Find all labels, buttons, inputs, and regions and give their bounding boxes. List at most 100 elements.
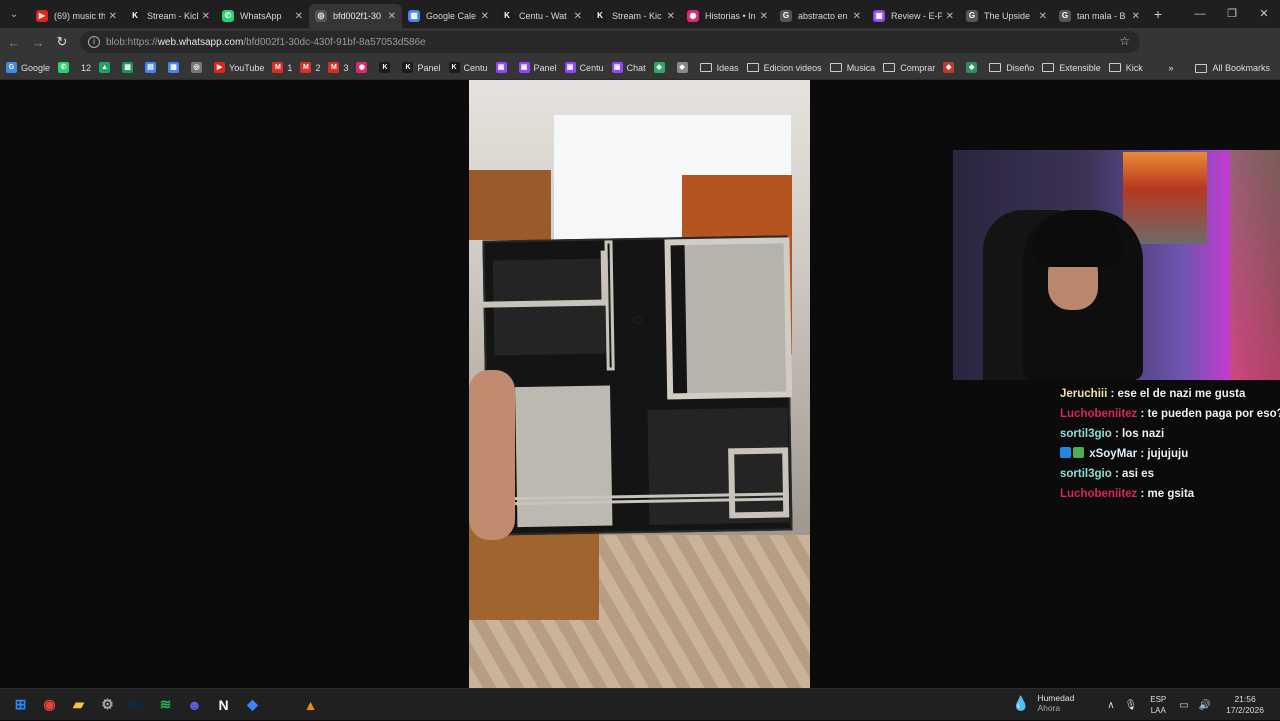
bookmark-folder[interactable]: Kick bbox=[1108, 63, 1143, 73]
tab-item[interactable]: ▣ Review - E-P ✕ bbox=[867, 4, 960, 28]
bookmark-item[interactable]: 12 bbox=[81, 63, 91, 73]
tab-item[interactable]: ◎ bfd002f1-30 ✕ bbox=[309, 4, 402, 28]
tab-close-icon[interactable]: ✕ bbox=[1132, 11, 1140, 22]
network-icon[interactable]: ▭ bbox=[1179, 700, 1188, 711]
tab-item[interactable]: ▦ Google Cale ✕ bbox=[402, 4, 495, 28]
bookmark-folder[interactable]: Diseño bbox=[989, 63, 1034, 73]
tab-item[interactable]: ✆ WhatsApp ✕ bbox=[216, 4, 309, 28]
tab-item[interactable]: ◉ Historias • In ✕ bbox=[681, 4, 774, 28]
reload-icon[interactable]: ↻ bbox=[50, 34, 74, 50]
bookmark-item[interactable]: K bbox=[379, 62, 394, 73]
chat-username[interactable]: sortil3gio bbox=[1060, 428, 1112, 440]
gmail-icon: M bbox=[300, 62, 312, 73]
tab-item[interactable]: K Stream - Kick ✕ bbox=[123, 4, 216, 28]
clock[interactable]: 21:56 17/2/2026 bbox=[1226, 694, 1264, 716]
bookmark-item[interactable]: ◆ bbox=[943, 62, 958, 73]
bookmark-item[interactable]: ◆ bbox=[676, 62, 692, 73]
site-info-icon[interactable]: i bbox=[88, 36, 100, 48]
settings-icon[interactable]: ⚙ bbox=[93, 690, 122, 719]
address-bar[interactable]: i blob:https:// web.whatsapp.com /bfd002… bbox=[80, 31, 1140, 53]
volume-icon[interactable]: 🔊 bbox=[1199, 700, 1211, 711]
chat-username[interactable]: Jeruchiii bbox=[1060, 388, 1107, 400]
chat-username[interactable]: sortil3gio bbox=[1060, 468, 1112, 480]
bookmark-item[interactable]: ◆ bbox=[653, 62, 669, 73]
chevron-up-icon[interactable]: ∧ bbox=[1107, 700, 1114, 711]
bookmark-folder[interactable]: Extensible bbox=[1042, 63, 1101, 73]
tab-item[interactable]: K Centu - Wat ✕ bbox=[495, 4, 588, 28]
bookmark-item[interactable]: ▦ bbox=[122, 62, 137, 73]
chat-username[interactable]: xSoyMar bbox=[1089, 448, 1137, 460]
bookmark-folder[interactable]: Comprar bbox=[883, 63, 935, 73]
twitch-icon: ▣ bbox=[873, 10, 885, 22]
bookmark-item[interactable]: ◎ bbox=[191, 62, 206, 73]
spotify-icon[interactable]: ≋ bbox=[151, 690, 180, 719]
tab-close-icon[interactable]: ✕ bbox=[388, 11, 396, 22]
bookmark-folder[interactable]: Ideas bbox=[699, 63, 739, 73]
tab-close-icon[interactable]: ✕ bbox=[295, 11, 303, 22]
back-icon[interactable]: ← bbox=[2, 35, 26, 50]
bookmark-item[interactable]: G Google bbox=[6, 62, 50, 73]
bookmark-item[interactable]: ✆ bbox=[58, 62, 73, 73]
bookmark-item[interactable]: ◆ bbox=[966, 62, 981, 73]
bookmark-item[interactable]: ▣ Chat bbox=[611, 62, 646, 73]
discord-icon[interactable]: ☻ bbox=[180, 690, 209, 719]
close-icon[interactable]: ✕ bbox=[1248, 0, 1280, 28]
shared-photo[interactable] bbox=[469, 80, 810, 688]
file-explorer-icon[interactable]: ▰ bbox=[64, 690, 93, 719]
tab-item[interactable]: Gtan mala - B ✕ bbox=[1053, 4, 1146, 28]
photoshop-icon[interactable]: Ps bbox=[122, 690, 151, 719]
vlc-icon[interactable]: ▲ bbox=[296, 690, 325, 719]
minimize-icon[interactable]: — bbox=[1184, 0, 1216, 28]
bookmark-item[interactable]: ▶ YouTube bbox=[214, 62, 264, 73]
tab-close-icon[interactable]: ✕ bbox=[109, 11, 117, 22]
tab-close-icon[interactable]: ✕ bbox=[1039, 11, 1047, 22]
capcut-icon[interactable]: ⟲ bbox=[267, 690, 296, 719]
app-icon[interactable]: ◆ bbox=[238, 690, 267, 719]
tab-close-icon[interactable]: ✕ bbox=[946, 11, 954, 22]
bookmark-item[interactable]: K Panel bbox=[402, 62, 441, 73]
tab-strip: ⌄ ▶ (69) music th ✕ K Stream - Kick ✕ ✆ WhatsAp… bbox=[0, 0, 1280, 28]
bookmark-item[interactable]: ▣ bbox=[495, 62, 511, 73]
bookmark-item[interactable]: ▤ bbox=[145, 62, 160, 73]
chat-username[interactable]: Luchobeniitez bbox=[1060, 408, 1137, 420]
chat-username[interactable]: Luchobeniitez bbox=[1060, 488, 1137, 500]
google-icon: G bbox=[6, 62, 17, 73]
tab-close-icon[interactable]: ✕ bbox=[202, 11, 210, 22]
painting-stroke bbox=[664, 237, 793, 400]
tab-close-icon[interactable]: ✕ bbox=[853, 11, 861, 22]
bookmark-item[interactable]: M3 bbox=[328, 62, 348, 73]
tab-item[interactable]: G The Upside ✕ bbox=[960, 4, 1053, 28]
maximize-icon[interactable]: ❐ bbox=[1216, 0, 1248, 28]
tab-close-icon[interactable]: ✕ bbox=[481, 11, 489, 22]
new-tab-button[interactable]: + bbox=[1146, 6, 1170, 22]
chrome-icon[interactable]: ◉ bbox=[35, 690, 64, 719]
bookmark-item[interactable]: ▣ Centu bbox=[564, 62, 604, 73]
tab-item[interactable]: K Stream - Kic ✕ bbox=[588, 4, 681, 28]
bookmark-item[interactable]: ▣ Panel bbox=[518, 62, 557, 73]
microphone-icon[interactable]: 🎙 bbox=[1125, 700, 1138, 711]
settings-icon-glyph: ⚙ bbox=[101, 696, 114, 712]
bookmark-item[interactable]: ▦ bbox=[168, 62, 183, 73]
bookmark-item[interactable]: ▲ bbox=[99, 62, 114, 73]
tab-close-icon[interactable]: ✕ bbox=[574, 11, 582, 22]
all-bookmarks-button[interactable]: All Bookmarks bbox=[1195, 63, 1270, 73]
weather-widget[interactable]: 💧 Humedad Ahora bbox=[1012, 693, 1074, 713]
bookmark-item[interactable]: M1 bbox=[272, 62, 292, 73]
notion-icon[interactable]: N bbox=[209, 690, 238, 719]
tab-search-icon[interactable]: ⌄ bbox=[4, 4, 24, 24]
bookmark-folder[interactable]: Musica bbox=[829, 63, 875, 73]
tab-item[interactable]: ▶ (69) music th ✕ bbox=[30, 4, 123, 28]
bookmark-item[interactable]: ◉ bbox=[356, 62, 371, 73]
bookmark-item[interactable]: M2 bbox=[300, 62, 320, 73]
bookmark-label: Panel bbox=[533, 62, 557, 73]
language-indicator[interactable]: ESP LAA bbox=[1150, 694, 1166, 716]
forward-icon[interactable]: → bbox=[26, 35, 50, 50]
tab-close-icon[interactable]: ✕ bbox=[760, 11, 768, 22]
windows-start-icon[interactable]: ⊞ bbox=[6, 690, 35, 719]
bookmark-item[interactable]: K Centu bbox=[448, 62, 488, 73]
more-bookmarks-icon[interactable]: » bbox=[1168, 63, 1173, 73]
tab-close-icon[interactable]: ✕ bbox=[667, 11, 675, 22]
tab-item[interactable]: Gabstracto en ✕ bbox=[774, 4, 867, 28]
bookmark-folder[interactable]: Edicion videos bbox=[746, 63, 822, 73]
bookmark-star-icon[interactable]: ☆ bbox=[1119, 34, 1130, 48]
